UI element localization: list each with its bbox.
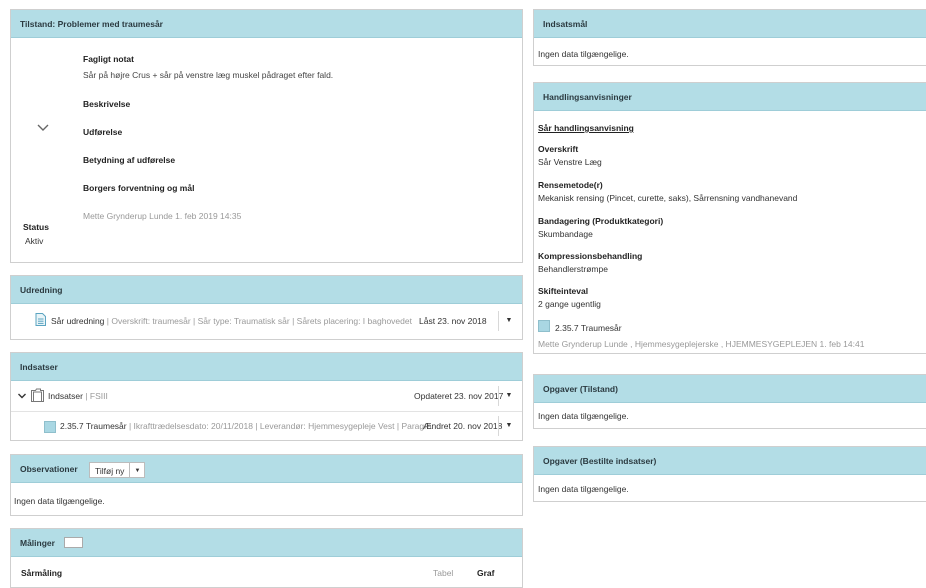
bandagering-label: Bandagering (Produktkategori) bbox=[538, 216, 664, 226]
udredning-row[interactable]: Sår udredning | Overskrift: traumesår | … bbox=[11, 305, 522, 339]
handlingsanvisning-item-name[interactable]: 2.35.7 Traumesår bbox=[555, 323, 622, 333]
udredning-item-details: | Overskrift: traumesår | Sår type: Trau… bbox=[104, 316, 412, 326]
udredning-title: Udredning bbox=[20, 285, 63, 295]
chevron-down-icon[interactable] bbox=[17, 391, 27, 401]
item-square-icon bbox=[538, 320, 550, 332]
bandagering-value: Skumbandage bbox=[538, 229, 593, 239]
rensemetode-value: Mekanisk rensing (Pincet, curette, saks)… bbox=[538, 193, 798, 203]
tilstand-panel: Tilstand: Problemer med traumesår Faglig… bbox=[10, 9, 523, 263]
overskrift-label: Overskrift bbox=[538, 144, 579, 154]
tilstand-author: Mette Grynderup Lunde 1. feb 2019 14:35 bbox=[83, 211, 242, 221]
observationer-panel: Observationer Tilføj ny ▼ Ingen data tilg… bbox=[10, 454, 523, 516]
observationer-title: Observationer bbox=[20, 464, 78, 474]
maalinger-panel: Målinger Sårmåling Tabel Graf bbox=[10, 528, 523, 588]
observationer-add-button[interactable]: Tilføj ny bbox=[89, 461, 131, 478]
indsatsmaal-panel: Indsatsmål Ingen data tilgængelige. bbox=[533, 9, 926, 66]
indsatser-child-details: | Ikrafttrædelsesdato: 20/11/2018 | Leve… bbox=[126, 421, 432, 431]
handlingsanvisninger-panel: Handlingsanvisninger Sår handlingsanvisn… bbox=[533, 82, 926, 354]
document-icon bbox=[35, 313, 46, 326]
maalinger-header: Målinger bbox=[11, 529, 522, 557]
indsatser-folder-dropdown-button[interactable]: ▼ bbox=[498, 386, 519, 406]
handlingsanvisning-author: Mette Grynderup Lunde , Hjemmesygeplejer… bbox=[538, 339, 865, 349]
indsatser-child-dropdown-button[interactable]: ▼ bbox=[498, 416, 519, 436]
opgaver-tilstand-empty: Ingen data tilgængelige. bbox=[538, 411, 629, 421]
observationer-add-dropdown-button[interactable]: ▼ bbox=[130, 461, 146, 478]
indsatsmaal-title: Indsatsmål bbox=[543, 19, 588, 29]
observationer-empty: Ingen data tilgængelige. bbox=[14, 496, 105, 506]
tilstand-header: Tilstand: Problemer med traumesår bbox=[11, 10, 522, 38]
udredning-panel: Udredning Sår udredning | Overskrift: tr… bbox=[10, 275, 523, 340]
indsatser-folder-name[interactable]: Indsatser bbox=[48, 391, 83, 401]
indsatser-folder-suffix: | FSIII bbox=[82, 391, 108, 401]
udredning-header: Udredning bbox=[11, 276, 522, 304]
sar-handlingsanvisning-link[interactable]: Sår handlingsanvisning bbox=[538, 123, 634, 133]
overskrift-value: Sår Venstre Læg bbox=[538, 157, 602, 167]
opgaver-bestilte-panel: Opgaver (Bestilte indsatser) Ingen data … bbox=[533, 446, 926, 502]
tilstand-title: Tilstand: Problemer med traumesår bbox=[20, 19, 163, 29]
rensemetode-label: Rensemetode(r) bbox=[538, 180, 603, 190]
skifteinteval-value: 2 gange ugentlig bbox=[538, 299, 601, 309]
kompression-label: Kompressionsbehandling bbox=[538, 251, 643, 261]
skifteinteval-label: Skifteinteval bbox=[538, 286, 589, 296]
opgaver-bestilte-title: Opgaver (Bestilte indsatser) bbox=[543, 456, 657, 466]
fagligt-notat-label: Fagligt notat bbox=[83, 54, 134, 64]
indsatser-child-row[interactable]: 2.35.7 Traumesår | Ikrafttrædelsesdato: … bbox=[11, 411, 522, 441]
udredning-item-name[interactable]: Sår udredning bbox=[51, 316, 104, 326]
kompression-value: Behandlerstrømpe bbox=[538, 264, 608, 274]
indsatsmaal-empty: Ingen data tilgængelige. bbox=[538, 49, 629, 59]
chevron-down-icon[interactable] bbox=[35, 120, 51, 136]
indsatser-panel: Indsatser Indsatser | FSIII Opdateret 23… bbox=[10, 352, 523, 441]
opgaver-bestilte-header: Opgaver (Bestilte indsatser) bbox=[534, 447, 926, 475]
udredning-item-date: Låst 23. nov 2018 bbox=[419, 316, 487, 326]
betydning-label: Betydning af udførelse bbox=[83, 155, 176, 165]
indsatser-header: Indsatser bbox=[11, 353, 522, 381]
indsatser-title: Indsatser bbox=[20, 362, 58, 372]
indsatser-child-date: Ændret 20. nov 2018 bbox=[423, 421, 503, 431]
fagligt-notat-text: Sår på højre Crus + sår på venstre læg m… bbox=[83, 70, 334, 80]
beskrivelse-label: Beskrivelse bbox=[83, 99, 131, 109]
status-label: Status bbox=[23, 222, 49, 232]
opgaver-tilstand-title: Opgaver (Tilstand) bbox=[543, 384, 618, 394]
indsatser-child-name[interactable]: 2.35.7 Traumesår bbox=[60, 421, 127, 431]
maalinger-header-button[interactable] bbox=[64, 537, 83, 548]
status-value: Aktiv bbox=[25, 236, 44, 246]
udredning-dropdown-button[interactable]: ▼ bbox=[498, 311, 519, 331]
handlingsanvisninger-header: Handlingsanvisninger bbox=[534, 83, 926, 111]
maalinger-title: Målinger bbox=[20, 538, 55, 548]
indsatsmaal-header: Indsatsmål bbox=[534, 10, 926, 38]
udfoerelse-label: Udførelse bbox=[83, 127, 123, 137]
indsatser-folder-date: Opdateret 23. nov 2017 bbox=[414, 391, 504, 401]
observationer-header: Observationer Tilføj ny ▼ bbox=[11, 455, 522, 483]
handlingsanvisninger-title: Handlingsanvisninger bbox=[543, 92, 632, 102]
opgaver-bestilte-empty: Ingen data tilgængelige. bbox=[538, 484, 629, 494]
indsatser-folder-row[interactable]: Indsatser | FSIII Opdateret 23. nov 2017… bbox=[11, 382, 522, 411]
folder-icon bbox=[31, 388, 44, 402]
forventning-label: Borgers forventning og mål bbox=[83, 183, 195, 193]
opgaver-tilstand-panel: Opgaver (Tilstand) Ingen data tilgængeli… bbox=[533, 374, 926, 429]
opgaver-tilstand-header: Opgaver (Tilstand) bbox=[534, 375, 926, 403]
item-square-icon bbox=[44, 421, 56, 433]
